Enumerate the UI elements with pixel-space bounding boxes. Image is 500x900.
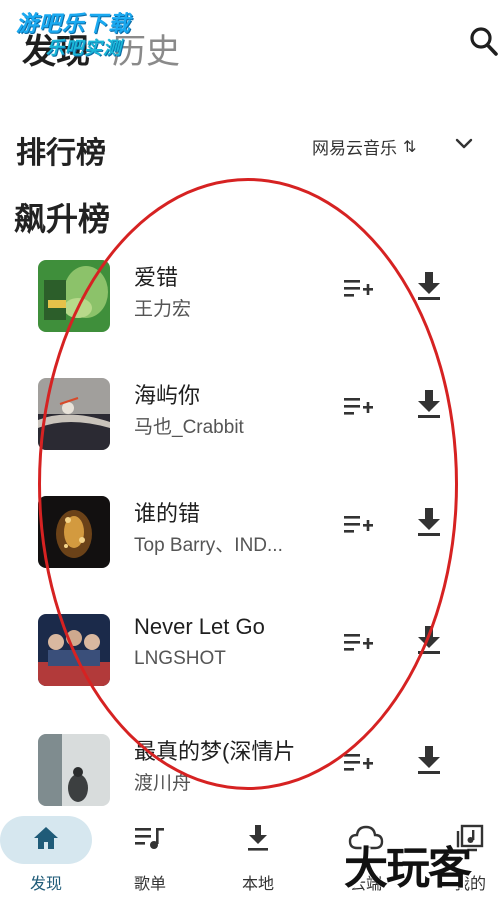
playlist-add-icon (344, 754, 373, 771)
home-icon (22, 822, 70, 854)
search-icon (470, 27, 498, 56)
download-icon (418, 626, 440, 654)
playlist-add-icon (344, 516, 373, 533)
top-tab-bar: 发现 历史 游吧乐下载 乐吧实测 (0, 0, 500, 90)
download-icon (418, 272, 440, 300)
download-button[interactable] (416, 506, 442, 538)
download-icon (418, 508, 440, 536)
song-row[interactable]: 最真的梦(深情片 渡川舟 (0, 724, 500, 812)
song-artist: LNGSHOT (134, 648, 226, 669)
download-button[interactable] (416, 270, 442, 302)
chart-title: 飙升榜 (14, 201, 111, 237)
song-row[interactable]: 爱错 王力宏 (0, 250, 500, 360)
download-icon (418, 390, 440, 418)
nav-local[interactable]: 本地 (208, 812, 308, 900)
sort-icon: ⇅ (403, 138, 417, 156)
song-title: 海屿你 (134, 383, 201, 408)
download-icon (234, 822, 282, 854)
nav-label-discover: 发现 (29, 876, 62, 893)
search-button[interactable] (468, 24, 500, 60)
watermark-top: 游吧乐下载 乐吧实测 (16, 12, 131, 60)
expand-button[interactable] (452, 132, 476, 156)
album-cover (38, 378, 110, 450)
chevron-down-icon (455, 138, 473, 149)
song-title: 爱错 (134, 265, 179, 290)
album-cover (38, 734, 110, 806)
song-artist: Top Barry、IND... (134, 535, 283, 556)
download-button[interactable] (416, 744, 442, 776)
source-selector[interactable]: 网易云音乐 ⇅ (312, 134, 416, 159)
add-to-playlist-button[interactable] (344, 632, 374, 656)
download-button[interactable] (416, 624, 442, 656)
playlist-add-icon (344, 398, 373, 415)
watermark-bottom: 大玩客 (344, 843, 472, 894)
download-button[interactable] (416, 388, 442, 420)
nav-discover[interactable]: 发现 (0, 812, 100, 900)
watermark-line2: 乐吧实测 (46, 38, 122, 58)
watermark-line1: 游吧乐下载 (16, 11, 132, 36)
song-row[interactable]: 海屿你 马也_Crabbit (0, 368, 500, 478)
add-to-playlist-button[interactable] (344, 396, 374, 420)
nav-playlist[interactable]: 歌单 (100, 812, 200, 900)
song-artist: 渡川舟 (134, 773, 192, 794)
playlist-add-icon (344, 634, 373, 651)
add-to-playlist-button[interactable] (344, 514, 374, 538)
ranking-title: 排行榜 (16, 137, 106, 170)
download-icon (418, 746, 440, 774)
add-to-playlist-button[interactable] (344, 752, 374, 776)
song-artist: 王力宏 (134, 299, 192, 320)
add-to-playlist-button[interactable] (344, 278, 374, 302)
song-row[interactable]: Never Let Go LNGSHOT (0, 604, 500, 714)
song-row[interactable]: 谁的错 Top Barry、IND... (0, 486, 500, 596)
source-label: 网易云音乐 (312, 139, 397, 158)
song-title: 最真的梦(深情片 (134, 739, 296, 764)
nav-label-playlist: 歌单 (133, 876, 166, 893)
nav-label-local: 本地 (241, 876, 274, 893)
playlist-add-icon (344, 280, 373, 297)
song-title: Never Let Go (134, 614, 265, 639)
song-artist: 马也_Crabbit (134, 417, 244, 438)
album-cover (38, 260, 110, 332)
song-title: 谁的错 (134, 501, 201, 526)
playlist-icon (126, 822, 174, 854)
album-cover (38, 614, 110, 686)
album-cover (38, 496, 110, 568)
